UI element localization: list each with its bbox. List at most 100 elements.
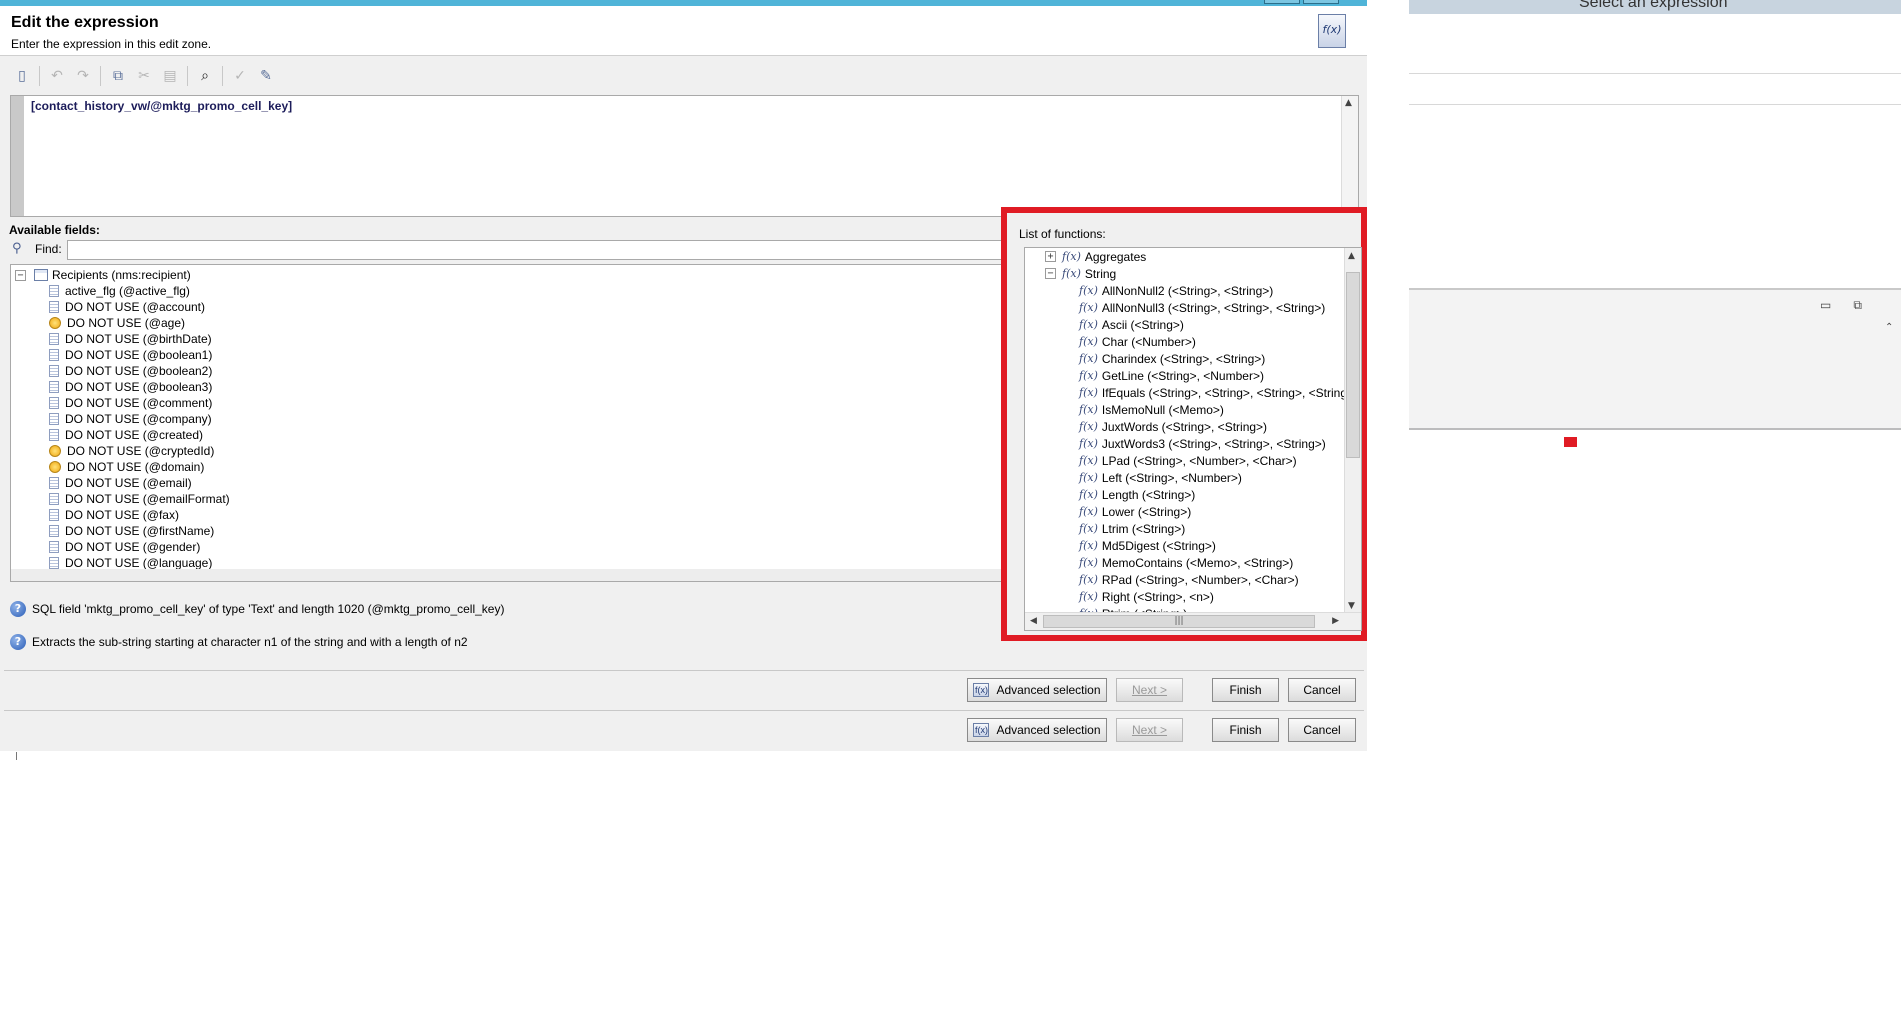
maximize-button[interactable] — [1303, 0, 1339, 4]
paste-icon[interactable]: ▤ — [158, 64, 182, 88]
scroll-up-icon[interactable]: ▲ — [1348, 251, 1355, 261]
list-item[interactable]: f(x) Charindex (<String>, <String>) — [1079, 350, 1354, 367]
list-item[interactable]: DO NOT USE (@boolean1) — [49, 347, 230, 363]
available-fields-tree[interactable]: − Recipients (nms:recipient) active_flg … — [10, 264, 1013, 582]
next-button[interactable]: Next > — [1116, 718, 1183, 742]
list-item[interactable]: DO NOT USE (@boolean2) — [49, 363, 230, 379]
function-list: f(x) AllNonNull2 (<String>, <String>) f(x)… — [1079, 282, 1354, 622]
expression-text[interactable]: [contact_history_vw/@mktg_promo_cell_key… — [31, 99, 292, 113]
list-item[interactable]: DO NOT USE (@account) — [49, 299, 230, 315]
expression-editor[interactable]: [contact_history_vw/@mktg_promo_cell_key… — [10, 95, 1359, 217]
finish-button[interactable]: Finish — [1212, 718, 1279, 742]
next-button[interactable]: Next > — [1116, 678, 1183, 702]
minimize-button[interactable] — [1264, 0, 1300, 4]
list-item[interactable]: f(x) AllNonNull2 (<String>, <String>) — [1079, 282, 1354, 299]
list-item[interactable]: f(x) JuxtWords (<String>, <String>) — [1079, 418, 1354, 435]
scroll-down-icon[interactable]: ▼ — [1348, 601, 1355, 611]
minimize-icon[interactable]: ▭ — [1820, 298, 1831, 313]
table-icon — [34, 269, 48, 281]
list-item[interactable]: f(x) MemoContains (<Memo>, <String>) — [1079, 554, 1354, 571]
function-group-aggregates[interactable]: + f(x) Aggregates — [1045, 248, 1146, 265]
list-item[interactable]: f(x) Char (<Number>) — [1079, 333, 1354, 350]
list-item[interactable]: f(x) Length (<String>) — [1079, 486, 1354, 503]
list-item[interactable]: f(x) AllNonNull3 (<String>, <String>, <St… — [1079, 299, 1354, 316]
field-icon — [49, 493, 59, 505]
functions-vertical-scrollbar[interactable]: ▲ ▼ — [1344, 248, 1361, 614]
list-item[interactable]: DO NOT USE (@gender) — [49, 539, 230, 555]
list-item[interactable]: DO NOT USE (@boolean3) — [49, 379, 230, 395]
scroll-up-icon[interactable]: ▲ — [1345, 98, 1352, 108]
function-group-string[interactable]: − f(x) String — [1045, 265, 1116, 282]
list-item[interactable]: DO NOT USE (@created) — [49, 427, 230, 443]
list-item[interactable]: f(x) LPad (<String>, <Number>, <Char>) — [1079, 452, 1354, 469]
fields-scrollbar[interactable] — [11, 569, 1012, 581]
cancel-button[interactable]: Cancel — [1288, 678, 1356, 702]
list-item[interactable]: f(x) Lower (<String>) — [1079, 503, 1354, 520]
new-icon[interactable]: ▯ — [10, 64, 34, 88]
copy-icon[interactable]: ⧉ — [106, 64, 130, 88]
collapse-icon[interactable]: − — [15, 269, 26, 281]
finish-button[interactable]: Finish — [1212, 678, 1279, 702]
find-input[interactable] — [67, 240, 1006, 260]
list-item[interactable]: DO NOT USE (@email) — [49, 475, 230, 491]
list-item[interactable]: f(x) Ascii (<String>) — [1079, 316, 1354, 333]
advanced-selection-icon: f(x) — [973, 683, 990, 697]
list-item[interactable]: f(x) GetLine (<String>, <Number>) — [1079, 367, 1354, 384]
function-icon: f(x) — [1079, 335, 1098, 348]
scroll-thumb[interactable]: ||| — [1043, 615, 1315, 628]
restore-icon[interactable]: ⧉ — [1853, 298, 1862, 313]
list-item[interactable]: f(x) IfEquals (<String>, <String>, <Strin… — [1079, 384, 1354, 401]
field-icon — [49, 285, 59, 297]
list-item[interactable]: DO NOT USE (@age) — [49, 315, 230, 331]
list-item[interactable]: f(x) Md5Digest (<String>) — [1079, 537, 1354, 554]
cut-icon[interactable]: ✂ — [132, 64, 156, 88]
list-item[interactable]: DO NOT USE (@company) — [49, 411, 230, 427]
list-item[interactable]: DO NOT USE (@firstName) — [49, 523, 230, 539]
list-item-label: DO NOT USE (@cryptedId) — [67, 444, 215, 458]
check-icon[interactable]: ✓ — [228, 64, 252, 88]
list-item[interactable]: DO NOT USE (@fax) — [49, 507, 230, 523]
editor-scrollbar[interactable]: ▲ — [1341, 96, 1358, 216]
chevron-up-icon[interactable]: ⌃ — [1885, 322, 1893, 333]
list-item-label: DO NOT USE (@birthDate) — [65, 332, 212, 346]
list-item[interactable]: DO NOT USE (@birthDate) — [49, 331, 230, 347]
advanced-selection-button[interactable]: f(x) Advanced selection — [967, 678, 1107, 702]
list-item[interactable]: f(x) JuxtWords3 (<String>, <String>, <Str… — [1079, 435, 1354, 452]
list-item-label: DO NOT USE (@boolean1) — [65, 348, 213, 362]
function-icon: f(x) — [1079, 522, 1098, 535]
editor-gutter — [11, 96, 24, 216]
list-item[interactable]: f(x) Right (<String>, <n>) — [1079, 588, 1354, 605]
list-item[interactable]: f(x) Left (<String>, <Number>) — [1079, 469, 1354, 486]
list-item[interactable]: DO NOT USE (@emailFormat) — [49, 491, 230, 507]
list-item[interactable]: DO NOT USE (@comment) — [49, 395, 230, 411]
field-icon — [49, 301, 59, 313]
function-icon: f(x) — [1079, 386, 1098, 399]
scroll-thumb[interactable] — [1346, 272, 1360, 458]
field-icon — [49, 429, 59, 441]
functions-tree[interactable]: + f(x) Aggregates − f(x) String f(x) AllN… — [1024, 247, 1362, 631]
list-item-label: DO NOT USE (@fax) — [65, 508, 179, 522]
scroll-left-icon[interactable]: ◀ — [1030, 616, 1037, 626]
toolbar-separator — [187, 66, 188, 86]
cancel-button[interactable]: Cancel — [1288, 718, 1356, 742]
function-icon: f(x) — [1079, 301, 1098, 314]
undo-icon[interactable]: ↶ — [45, 64, 69, 88]
list-item[interactable]: f(x) IsMemoNull (<Memo>) — [1079, 401, 1354, 418]
function-icon: f(x) — [1079, 573, 1098, 586]
list-item[interactable]: f(x) Ltrim (<String>) — [1079, 520, 1354, 537]
find-icon[interactable]: ⌕ — [193, 64, 217, 88]
edit-icon[interactable]: ✎ — [254, 64, 278, 88]
collapse-icon[interactable]: − — [1045, 268, 1056, 279]
tree-root-recipients[interactable]: − Recipients (nms:recipient) — [15, 267, 191, 283]
background-window-title: Select an expression — [1579, 0, 1728, 11]
list-item[interactable]: DO NOT USE (@cryptedId) — [49, 443, 230, 459]
advanced-selection-button[interactable]: f(x) Advanced selection — [967, 718, 1107, 742]
functions-horizontal-scrollbar[interactable]: ◀ ||| ▶ — [1025, 612, 1361, 630]
list-item[interactable]: f(x) RPad (<String>, <Number>, <Char>) — [1079, 571, 1354, 588]
list-item-label: DO NOT USE (@company) — [65, 412, 212, 426]
list-item[interactable]: active_flg (@active_flg) — [49, 283, 230, 299]
list-item[interactable]: DO NOT USE (@domain) — [49, 459, 230, 475]
scroll-right-icon[interactable]: ▶ — [1332, 616, 1339, 626]
redo-icon[interactable]: ↷ — [71, 64, 95, 88]
expand-icon[interactable]: + — [1045, 251, 1056, 262]
